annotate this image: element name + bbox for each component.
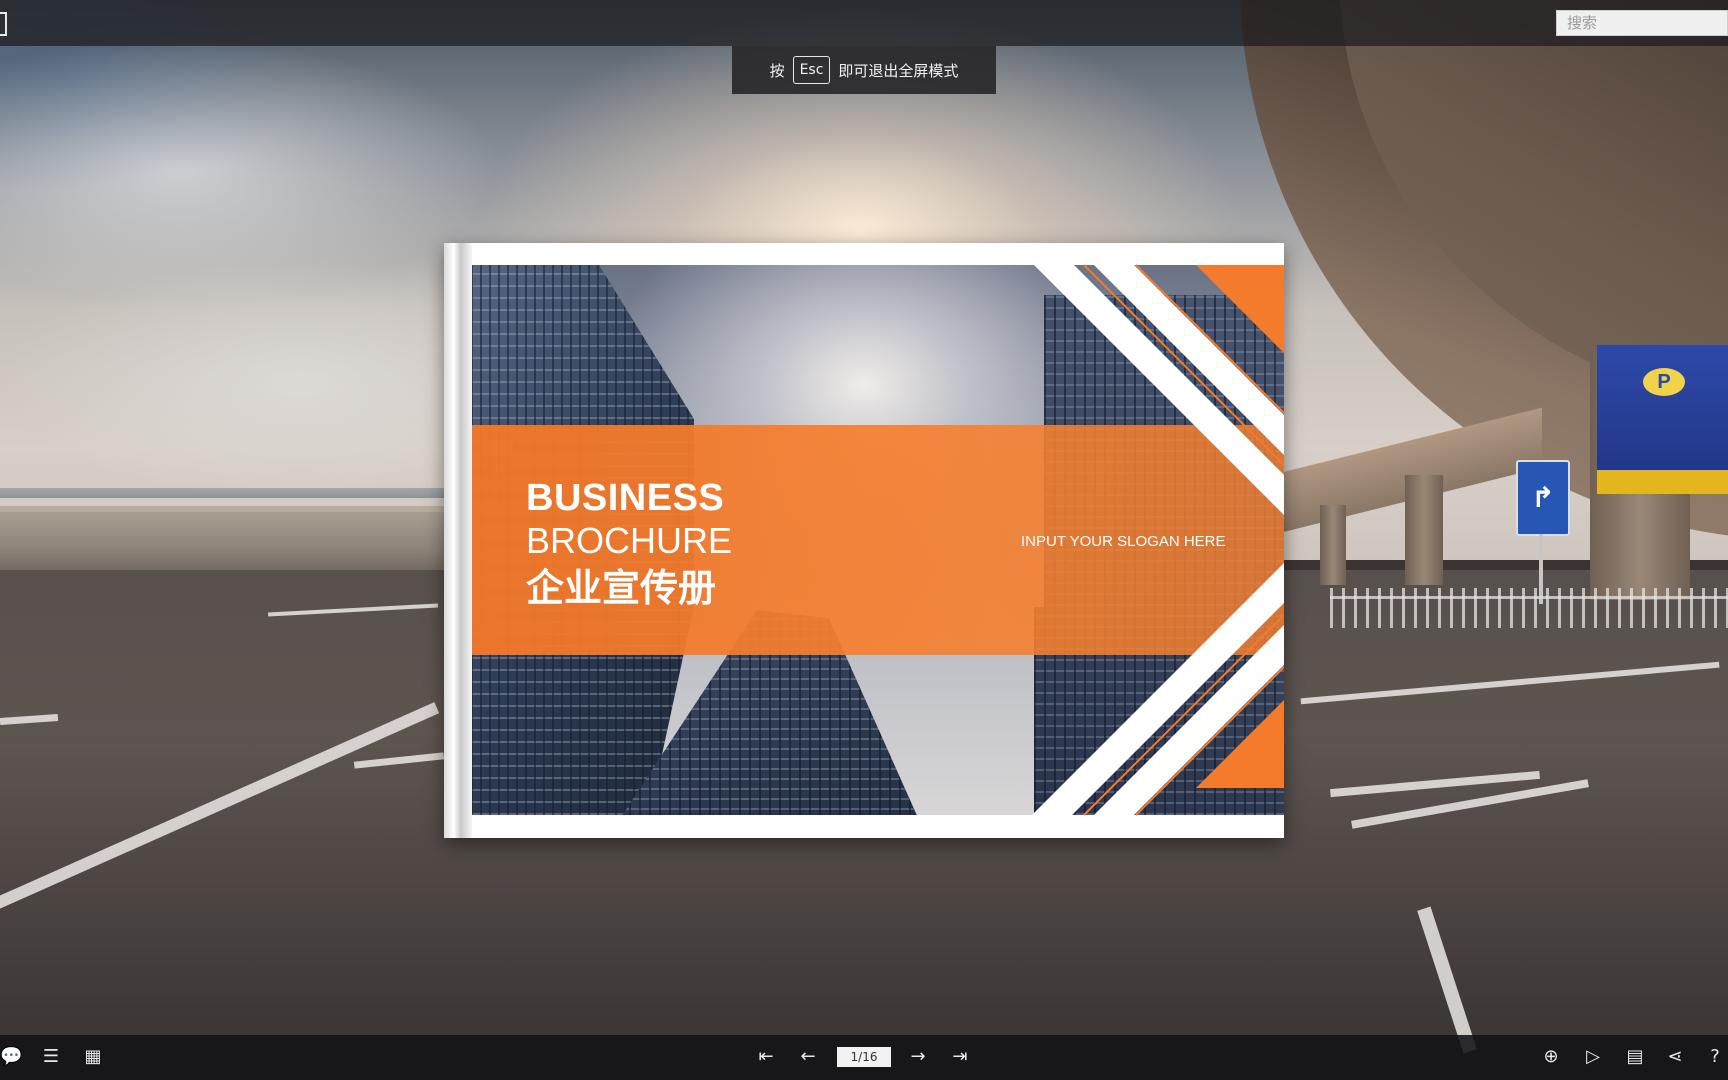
search-input[interactable] bbox=[1556, 10, 1728, 36]
document-icon[interactable]: ☰ bbox=[40, 1046, 62, 1068]
fullscreen-exit-hint: 按 Esc 即可退出全屏模式 bbox=[732, 46, 996, 94]
page-number-field[interactable] bbox=[837, 1047, 891, 1067]
next-page-icon[interactable]: → bbox=[907, 1046, 929, 1068]
autoplay-icon[interactable]: ▷ bbox=[1582, 1046, 1604, 1068]
share-icon[interactable]: ⋖ bbox=[1664, 1046, 1686, 1068]
esc-key-badge: Esc bbox=[792, 56, 831, 84]
comment-icon[interactable]: 💬 bbox=[0, 1046, 22, 1068]
cover-slogan: INPUT YOUR SLOGAN HERE bbox=[1021, 533, 1226, 550]
direction-sign-icon: ↱ bbox=[1516, 460, 1570, 536]
title-line-chinese: 企业宣传册 bbox=[526, 566, 717, 610]
parking-signboard bbox=[1597, 345, 1728, 470]
top-bar bbox=[0, 0, 1728, 46]
hint-prefix: 按 bbox=[769, 61, 785, 80]
book-spine bbox=[444, 243, 472, 838]
zoom-in-icon[interactable]: ⊕ bbox=[1540, 1046, 1562, 1068]
parking-signboard-stripe bbox=[1597, 470, 1728, 494]
distant-horizon bbox=[0, 488, 520, 498]
title-line-business: BUSINESS bbox=[526, 477, 725, 519]
roadside-fence bbox=[1330, 588, 1728, 628]
first-page-icon[interactable]: ⇤ bbox=[755, 1046, 777, 1068]
cover-title: BUSINESS BROCHURE 企业宣传册 bbox=[526, 476, 732, 614]
help-icon[interactable]: ? bbox=[1704, 1046, 1726, 1068]
previous-page-icon[interactable]: ← bbox=[797, 1046, 819, 1068]
concrete-barrier bbox=[0, 512, 470, 574]
overpass-pillar bbox=[1320, 505, 1346, 585]
title-line-brochure: BROCHURE bbox=[526, 520, 733, 561]
exit-fullscreen-icon[interactable] bbox=[0, 12, 7, 36]
book-view-icon[interactable]: ▤ bbox=[1624, 1046, 1646, 1068]
last-page-icon[interactable]: ⇥ bbox=[949, 1046, 971, 1068]
hint-suffix: 即可退出全屏模式 bbox=[838, 61, 959, 80]
parking-p-icon: P bbox=[1643, 368, 1685, 396]
overpass-pillar bbox=[1405, 475, 1443, 585]
brochure-book[interactable]: BUSINESS BROCHURE 企业宣传册 INPUT YOUR SLOGA… bbox=[444, 243, 1284, 838]
thumbnails-icon[interactable]: ▦ bbox=[82, 1046, 104, 1068]
